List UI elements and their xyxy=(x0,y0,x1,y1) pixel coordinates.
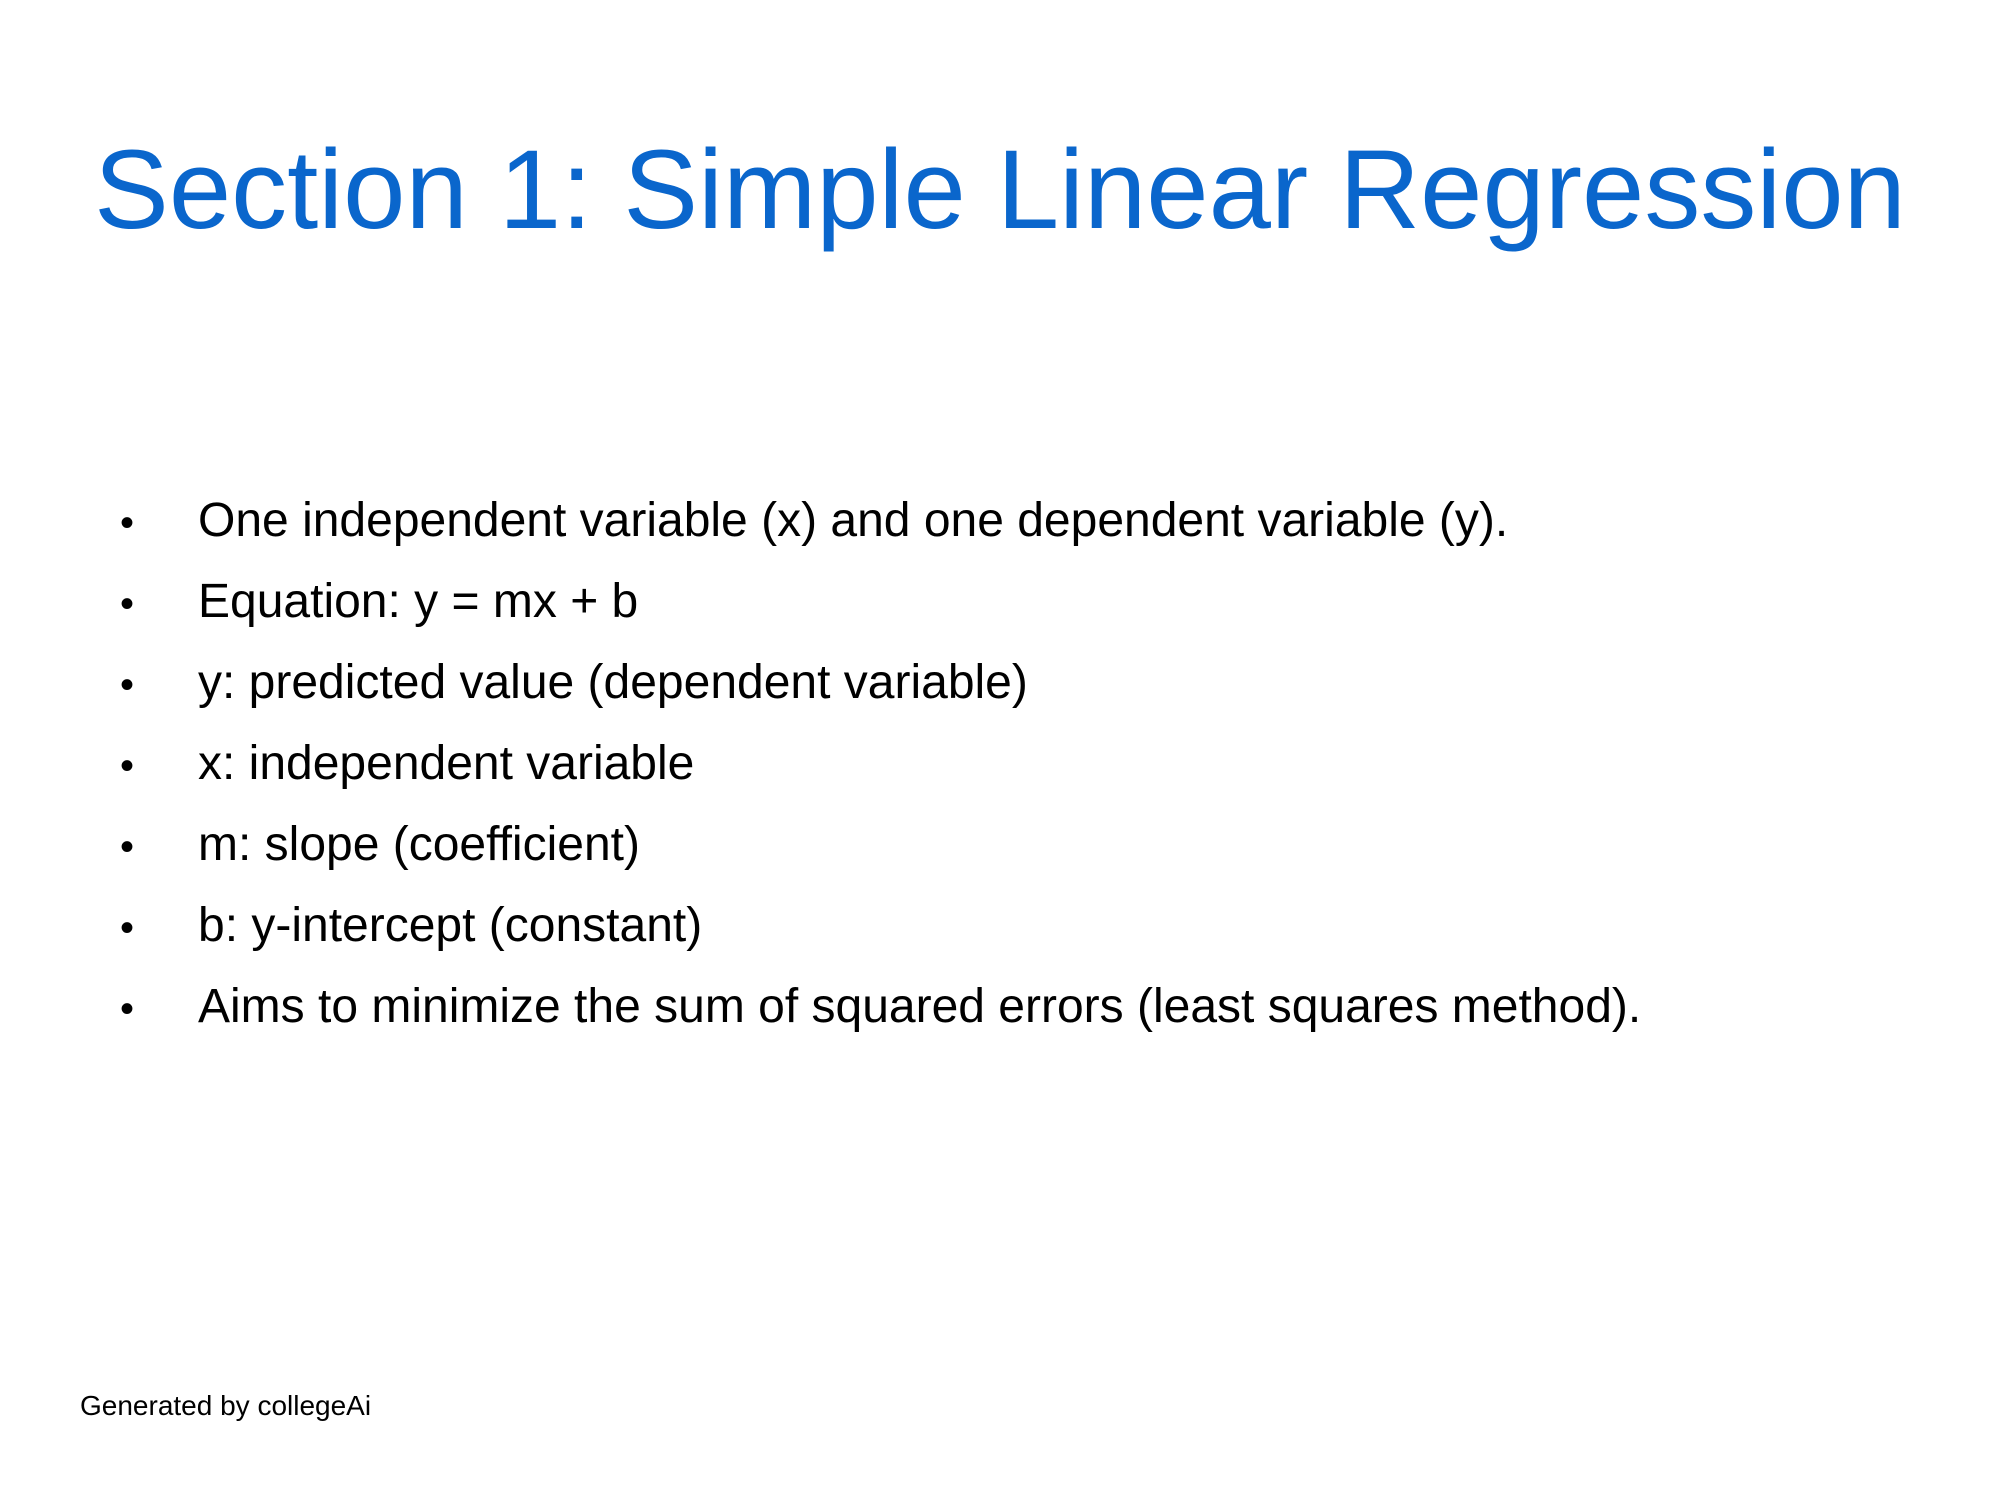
list-item: • Aims to minimize the sum of squared er… xyxy=(120,966,1920,1047)
footer-credit: Generated by collegeAi xyxy=(80,1390,372,1421)
bullet-list: • One independent variable (x) and one d… xyxy=(120,480,1920,1047)
slide-title: Section 1: Simple Linear Regression xyxy=(94,127,1906,252)
bullet-icon: • xyxy=(120,825,135,869)
list-item: • m: slope (coefficient) xyxy=(120,804,1920,885)
list-item: • One independent variable (x) and one d… xyxy=(120,480,1920,561)
bullet-icon: • xyxy=(120,987,135,1031)
bullet-text: m: slope (coefficient) xyxy=(198,818,640,871)
list-item: • y: predicted value (dependent variable… xyxy=(120,642,1920,723)
bullet-text: y: predicted value (dependent variable) xyxy=(198,656,1028,709)
bullet-icon: • xyxy=(120,744,135,788)
bullet-icon: • xyxy=(120,501,135,545)
bullet-icon: • xyxy=(120,582,135,626)
bullet-icon: • xyxy=(120,906,135,950)
list-item: • x: independent variable xyxy=(120,723,1920,804)
bullet-text: One independent variable (x) and one dep… xyxy=(198,494,1509,547)
list-item: • Equation: y = mx + b xyxy=(120,561,1920,642)
bullet-text: Aims to minimize the sum of squared erro… xyxy=(198,980,1642,1033)
slide: Section 1: Simple Linear Regression • On… xyxy=(0,0,2000,1500)
bullet-text: x: independent variable xyxy=(198,737,695,790)
bullet-icon: • xyxy=(120,663,135,707)
list-item: • b: y-intercept (constant) xyxy=(120,885,1920,966)
bullet-text: b: y-intercept (constant) xyxy=(198,899,703,952)
bullet-text: Equation: y = mx + b xyxy=(198,575,639,628)
